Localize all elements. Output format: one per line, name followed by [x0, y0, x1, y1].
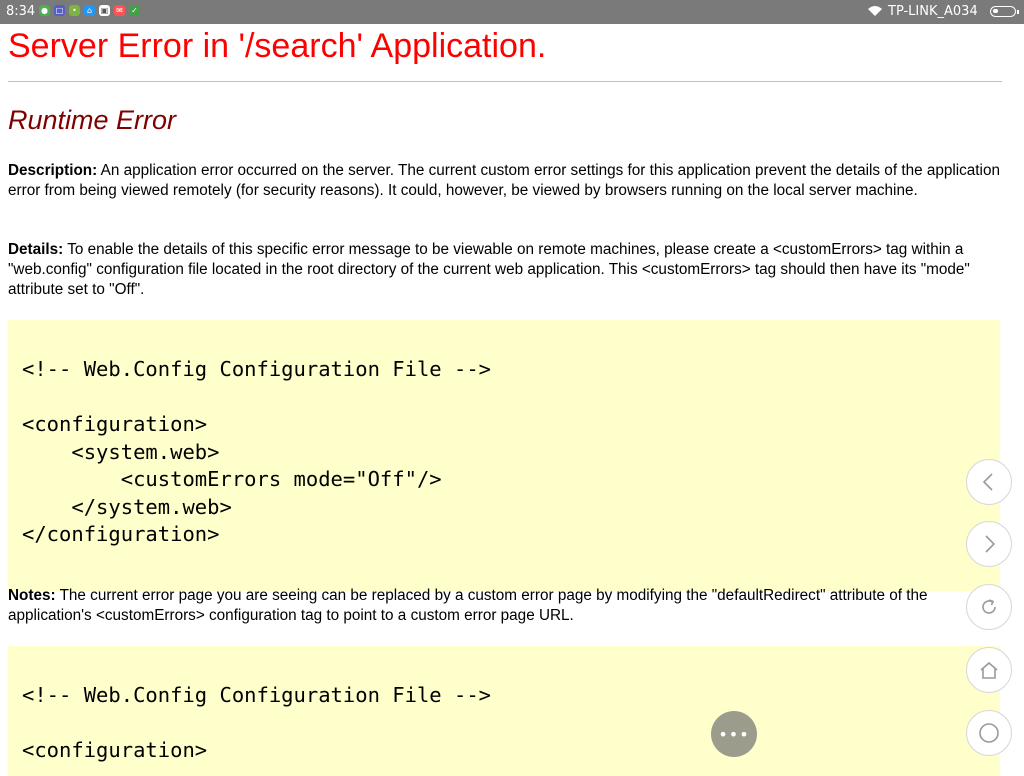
tabs-button[interactable] [966, 710, 1012, 756]
description-label: Description: [8, 162, 98, 179]
page-title: Server Error in '/search' Application. [8, 27, 547, 65]
refresh-icon [982, 599, 996, 614]
status-time: 8:34 [6, 4, 36, 19]
notes-paragraph: Notes: The current error page you are se… [8, 586, 1002, 626]
square-icon: □ [54, 5, 65, 16]
more-dots-icon: ••• [718, 724, 750, 744]
home-button[interactable] [966, 647, 1012, 693]
chat-icon: ✓ [129, 5, 140, 16]
wifi-icon [866, 4, 884, 22]
mail-icon: ✉ [114, 5, 125, 16]
config-code: <!-- Web.Config Configuration File --> <… [22, 357, 491, 546]
config-code-block-2: <!-- Web.Config Configuration File --> <… [8, 646, 1000, 776]
notes-label: Notes: [8, 587, 56, 604]
description-paragraph: Description: An application error occurr… [8, 161, 1002, 201]
battery-icon [990, 6, 1019, 17]
config-code-block: <!-- Web.Config Configuration File --> <… [8, 320, 1000, 591]
back-button[interactable] [966, 459, 1012, 505]
refresh-button[interactable] [966, 584, 1012, 630]
notes-text: The current error page you are seeing ca… [8, 587, 928, 624]
circle-icon [979, 723, 999, 743]
wechat-icon: ● [39, 5, 50, 16]
status-bar: 8:34 ● □ • ⌂ ▣ ✉ ✓ TP-LINK_A034 [0, 0, 1024, 24]
home-icon [980, 661, 998, 679]
notification-icons: ● □ • ⌂ ▣ ✉ ✓ [39, 5, 140, 16]
config-code-2: <!-- Web.Config Configuration File --> <… [22, 683, 491, 762]
app-icon: • [69, 5, 80, 16]
details-text: To enable the details of this specific e… [8, 241, 970, 298]
image-icon: ▣ [99, 5, 110, 16]
forward-button[interactable] [966, 521, 1012, 567]
back-icon [982, 473, 993, 491]
app-icon: ⌂ [84, 5, 95, 16]
error-heading: Runtime Error [8, 105, 177, 135]
error-page: Server Error in '/search' Application. R… [8, 24, 1002, 776]
divider [8, 81, 1002, 82]
battery-fill [993, 9, 998, 13]
forward-icon [985, 535, 996, 553]
details-paragraph: Details: To enable the details of this s… [8, 240, 1002, 300]
description-text: An application error occurred on the ser… [8, 162, 1000, 199]
wifi-ssid: TP-LINK_A034 [888, 4, 978, 19]
details-label: Details: [8, 241, 64, 258]
more-menu-button[interactable]: ••• [711, 711, 757, 757]
